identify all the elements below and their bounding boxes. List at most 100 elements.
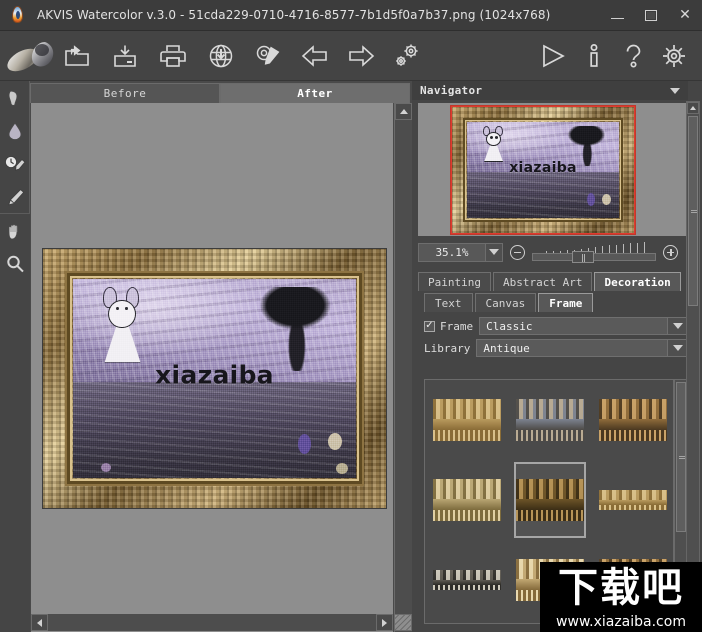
chevron-down-icon[interactable] bbox=[667, 340, 687, 356]
frame-preview bbox=[515, 479, 584, 521]
preferences-gear-icon[interactable] bbox=[655, 38, 693, 74]
main-toolbar bbox=[0, 31, 702, 81]
zoom-slider-ticks bbox=[532, 242, 656, 253]
frame-library-row: Library Antique bbox=[424, 339, 688, 357]
frame-thumb-7[interactable] bbox=[425, 540, 508, 620]
zoom-in-button[interactable] bbox=[663, 244, 678, 260]
chevron-down-icon bbox=[670, 87, 680, 94]
panel-scroll-up-button[interactable] bbox=[687, 102, 699, 114]
frame-preview bbox=[599, 399, 668, 441]
resize-grip[interactable] bbox=[394, 614, 412, 631]
akvis-flame-icon bbox=[7, 4, 29, 26]
frame-preview bbox=[432, 399, 501, 441]
maximize-icon bbox=[645, 9, 657, 21]
tab-frame[interactable]: Frame bbox=[538, 293, 594, 312]
close-button[interactable]: ✕ bbox=[668, 0, 702, 31]
blur-drop-tool[interactable] bbox=[0, 114, 30, 147]
save-image-icon[interactable] bbox=[106, 38, 144, 74]
watermark-logo-text: 下载吧 bbox=[558, 565, 684, 611]
publish-web-icon[interactable] bbox=[202, 38, 240, 74]
maximize-button[interactable] bbox=[634, 0, 668, 31]
image-vertical-scrollbar[interactable] bbox=[394, 103, 412, 632]
brush-tool[interactable] bbox=[0, 180, 30, 213]
frame-thumb-4[interactable] bbox=[425, 460, 508, 540]
akvis-watercolor-window: AKVIS Watercolor v.3.0 - 51cda229-0710-4… bbox=[0, 0, 702, 632]
frame-thumb-6[interactable] bbox=[592, 460, 673, 540]
horizontal-scroll-track[interactable] bbox=[48, 614, 376, 631]
navigator-collapse-button[interactable] bbox=[670, 87, 680, 94]
navigator-preview[interactable]: xiazaiba bbox=[418, 103, 688, 236]
zoom-slider-track[interactable] bbox=[532, 253, 656, 261]
image-pane: Before After xiazaiba bbox=[30, 81, 412, 632]
tab-before[interactable]: Before bbox=[30, 83, 220, 103]
panel-scroll-thumb[interactable] bbox=[688, 116, 698, 306]
vertical-scroll-track[interactable] bbox=[395, 120, 412, 632]
frame-style-value: Classic bbox=[486, 319, 533, 333]
left-toolbar-group-1 bbox=[0, 81, 30, 214]
print-image-icon[interactable] bbox=[154, 38, 192, 74]
zoom-slider-handle[interactable] bbox=[572, 251, 594, 263]
tab-painting[interactable]: Painting bbox=[418, 272, 491, 291]
navigator-title: Navigator bbox=[420, 84, 483, 97]
frame-thumb-5[interactable] bbox=[508, 460, 591, 540]
image-horizontal-scrollbar[interactable] bbox=[31, 614, 393, 631]
chevron-right-icon bbox=[382, 618, 387, 627]
scroll-right-button[interactable] bbox=[376, 614, 393, 631]
library-select[interactable]: Antique bbox=[476, 339, 688, 357]
tab-abstract-art[interactable]: Abstract Art bbox=[492, 272, 593, 291]
zoom-tool[interactable] bbox=[0, 247, 30, 280]
redo-arrow-icon[interactable] bbox=[342, 38, 380, 74]
zoom-dropdown-button[interactable] bbox=[486, 242, 503, 262]
left-toolbar-group-2 bbox=[0, 214, 30, 280]
panel-vertical-scrollbar[interactable] bbox=[686, 101, 700, 631]
minimize-button[interactable] bbox=[600, 0, 634, 31]
tab-canvas[interactable]: Canvas bbox=[474, 293, 537, 312]
close-icon: ✕ bbox=[679, 7, 691, 23]
presets-gears-icon[interactable] bbox=[388, 38, 426, 74]
zoom-out-button[interactable] bbox=[510, 244, 525, 260]
settings-panel: Navigator xiazaiba 35.1% Painting Abstra… bbox=[412, 81, 702, 632]
chevron-left-icon bbox=[37, 618, 42, 627]
minimize-icon bbox=[610, 18, 624, 19]
window-title: AKVIS Watercolor v.3.0 - 51cda229-0710-4… bbox=[37, 8, 551, 22]
watermark-url: www.xiazaiba.com bbox=[556, 614, 686, 630]
hand-tool[interactable] bbox=[0, 214, 30, 247]
history-brush-tool[interactable] bbox=[0, 147, 30, 180]
chevron-up-icon bbox=[399, 109, 408, 114]
left-toolbar bbox=[0, 81, 30, 632]
tab-text[interactable]: Text bbox=[424, 293, 473, 312]
frame-thumb-3[interactable] bbox=[592, 380, 673, 460]
smudge-tool[interactable] bbox=[0, 81, 30, 114]
navigator-caption: xiazaiba bbox=[509, 160, 577, 177]
navigator-thumbnail: xiazaiba bbox=[450, 105, 636, 235]
grid-scroll-thumb[interactable] bbox=[676, 382, 686, 532]
frame-thumb-1[interactable] bbox=[425, 380, 508, 460]
info-icon[interactable] bbox=[575, 38, 613, 74]
painting-image: xiazaiba bbox=[73, 279, 356, 478]
zoom-slider[interactable] bbox=[532, 242, 656, 263]
frame-checkbox[interactable]: ✓ bbox=[424, 320, 435, 332]
navigator-header: Navigator bbox=[412, 81, 688, 100]
image-canvas[interactable]: xiazaiba bbox=[31, 103, 393, 632]
artwork-caption: xiazaiba bbox=[155, 360, 274, 390]
frame-thumb-2[interactable] bbox=[508, 380, 591, 460]
library-label: Library bbox=[424, 341, 471, 355]
scroll-left-button[interactable] bbox=[31, 614, 48, 631]
scroll-up-button[interactable] bbox=[395, 103, 412, 120]
zoom-controls: 35.1% bbox=[418, 241, 694, 263]
frame-style-select[interactable]: Classic bbox=[479, 317, 688, 335]
run-play-icon[interactable] bbox=[534, 38, 572, 74]
zoom-value[interactable]: 35.1% bbox=[418, 242, 486, 262]
batch-edit-icon[interactable] bbox=[250, 38, 288, 74]
chevron-down-icon bbox=[489, 249, 499, 255]
open-image-icon[interactable] bbox=[58, 38, 96, 74]
undo-arrow-icon[interactable] bbox=[296, 38, 334, 74]
help-question-icon[interactable] bbox=[615, 38, 653, 74]
window-controls: ✕ bbox=[600, 0, 702, 31]
tab-after[interactable]: After bbox=[220, 83, 410, 103]
library-value: Antique bbox=[483, 341, 530, 355]
site-watermark: 下载吧 www.xiazaiba.com bbox=[540, 562, 702, 632]
tab-decoration[interactable]: Decoration bbox=[594, 272, 681, 291]
chevron-down-icon[interactable] bbox=[667, 318, 687, 334]
title-bar: AKVIS Watercolor v.3.0 - 51cda229-0710-4… bbox=[0, 0, 702, 31]
